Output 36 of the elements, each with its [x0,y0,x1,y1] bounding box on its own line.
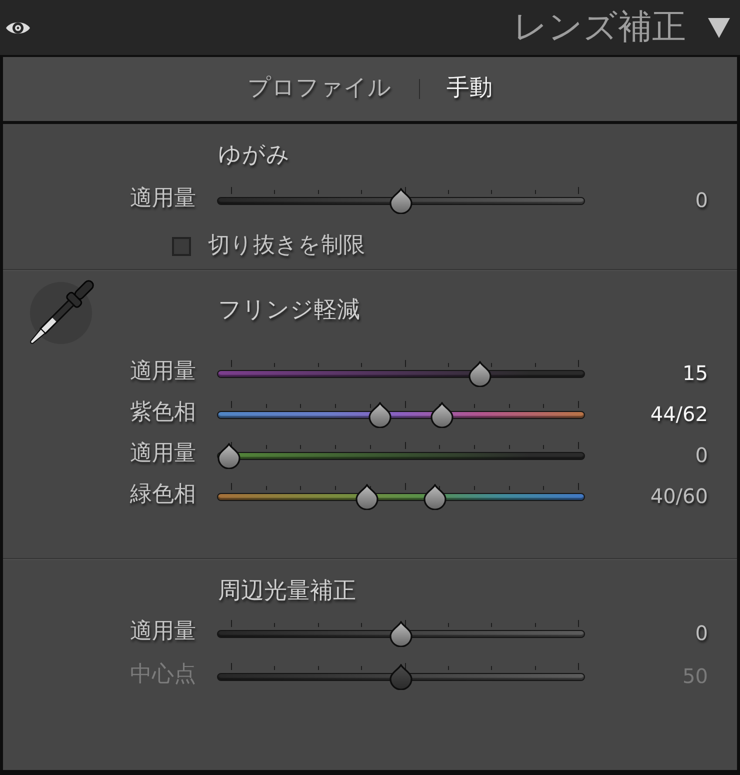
slider-value: 44/62 [649,400,709,426]
checkbox-label: 切り抜きを制限 [208,232,365,260]
slider-thumb[interactable] [389,620,413,646]
slider-label: 紫色相 [129,399,196,428]
slider-track[interactable] [215,618,587,646]
slider-track[interactable] [215,662,587,690]
slider-value: 40/60 [649,482,709,508]
slider-track[interactable] [215,358,587,386]
collapse-triangle-icon[interactable] [708,18,730,38]
slider-track[interactable] [215,400,587,428]
tab[interactable]: 手動 [446,74,492,104]
slider-label: 適用量 [129,358,196,386]
section-title: フリンジ軽減 [218,296,360,325]
slider-value: 15 [682,360,709,386]
slider-label: 適用量 [129,618,196,646]
slider-label: 適用量 [129,185,196,214]
slider-track[interactable] [215,482,587,510]
slider-value: 0 [694,620,709,646]
slider-thumb[interactable] [423,484,448,510]
tab[interactable]: プロファイル [248,74,392,104]
slider-value: 0 [694,442,709,468]
slider-thumb[interactable] [217,442,241,468]
slider-thumb[interactable] [430,402,454,428]
slider-track[interactable] [215,186,587,214]
slider-thumb[interactable] [368,402,392,428]
slider-label: 緑色相 [129,481,196,510]
slider-value: 0 [694,186,709,212]
checkbox[interactable] [172,236,191,256]
section-title: 周辺光量補正 [218,577,356,606]
panel-title: レンズ補正 [513,7,686,48]
slider-label: 適用量 [129,440,196,468]
slider-thumb[interactable] [354,484,379,510]
slider-thumb[interactable] [468,360,492,386]
slider-track[interactable] [215,440,587,468]
slider-thumb[interactable] [389,188,413,214]
section-title: ゆがみ [218,141,290,170]
